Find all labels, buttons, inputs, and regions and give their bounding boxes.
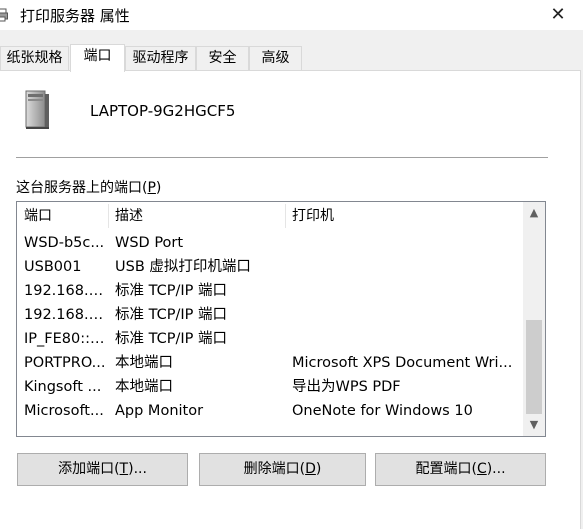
port-name: 192.168.1... — [24, 283, 109, 299]
port-description: 标准 TCP/IP 端口 — [115, 331, 227, 347]
tab-advanced[interactable]: 高级 — [249, 46, 302, 70]
printer-icon — [0, 8, 8, 22]
list-header: 端口 描述 打印机 — [17, 202, 522, 230]
port-printer — [285, 303, 522, 327]
title-bar: 打印服务器 属性 ✕ — [0, 0, 583, 30]
tab-strip: 纸张规格 端口 驱动程序 安全 高级 — [0, 44, 583, 72]
port-description: 标准 TCP/IP 端口 — [115, 283, 227, 299]
window-title: 打印服务器 属性 — [20, 7, 130, 25]
server-computer-icon — [25, 90, 49, 129]
list-item[interactable]: USB001 USB 虚拟打印机端口 — [17, 255, 522, 279]
port-description: 本地端口 — [115, 379, 173, 395]
column-header-port[interactable]: 端口 — [17, 202, 108, 230]
tab-security[interactable]: 安全 — [196, 46, 249, 70]
add-port-button[interactable]: 添加端口(T)... — [17, 453, 188, 486]
port-name: WSD-b5c... — [24, 235, 105, 251]
port-name: PORTPRO... — [24, 355, 106, 371]
port-printer — [285, 231, 522, 255]
port-name: IP_FE80::8... — [24, 331, 109, 347]
configure-port-button[interactable]: 配置端口(C)... — [375, 453, 546, 486]
delete-port-button[interactable]: 删除端口(D) — [199, 453, 366, 486]
tab-paper-sizes[interactable]: 纸张规格 — [0, 46, 69, 70]
list-item[interactable]: Microsoft... App Monitor OneNote for Win… — [17, 399, 522, 423]
close-button[interactable]: ✕ — [540, 0, 576, 30]
list-item[interactable]: 192.168.1... 标准 TCP/IP 端口 — [17, 279, 522, 303]
scroll-thumb[interactable] — [526, 320, 542, 414]
port-printer: 导出为WPS PDF — [292, 379, 401, 395]
port-name: Microsoft... — [24, 403, 104, 419]
port-name: Kingsoft ... — [24, 379, 102, 395]
ports-list[interactable]: 端口 描述 打印机 WSD-b5c... WSD Port USB001 USB… — [16, 201, 546, 437]
vertical-scrollbar[interactable]: ▲ ▼ — [523, 202, 545, 436]
tab-drivers[interactable]: 驱动程序 — [125, 46, 196, 70]
port-description: 本地端口 — [115, 355, 173, 371]
port-name: USB001 — [24, 259, 82, 275]
column-header-description[interactable]: 描述 — [108, 202, 285, 230]
tab-ports[interactable]: 端口 — [70, 44, 125, 72]
port-printer — [285, 255, 522, 279]
port-printer — [285, 327, 522, 351]
port-printer: Microsoft XPS Document Wri... — [292, 355, 513, 371]
list-item[interactable]: Kingsoft ... 本地端口 导出为WPS PDF — [17, 375, 522, 399]
divider — [16, 157, 548, 159]
list-item[interactable]: WSD-b5c... WSD Port — [17, 231, 522, 255]
column-header-printer[interactable]: 打印机 — [285, 202, 522, 230]
list-item[interactable]: 192.168.1... 标准 TCP/IP 端口 — [17, 303, 522, 327]
ports-list-label: 这台服务器上的端口(P) — [16, 180, 162, 196]
list-item[interactable]: PORTPRO... 本地端口 Microsoft XPS Document W… — [17, 351, 522, 375]
list-item[interactable]: IP_FE80::8... 标准 TCP/IP 端口 — [17, 327, 522, 351]
port-description: 标准 TCP/IP 端口 — [115, 307, 227, 323]
port-printer — [285, 279, 522, 303]
port-description: WSD Port — [115, 235, 184, 251]
port-description: App Monitor — [115, 403, 204, 419]
scroll-up-button[interactable]: ▲ — [523, 204, 545, 222]
server-name: LAPTOP-9G2HGCF5 — [90, 102, 236, 120]
port-name: 192.168.1... — [24, 307, 109, 323]
scroll-down-button[interactable]: ▼ — [523, 416, 545, 434]
port-description: USB 虚拟打印机端口 — [115, 259, 251, 275]
port-printer: OneNote for Windows 10 — [292, 403, 473, 419]
